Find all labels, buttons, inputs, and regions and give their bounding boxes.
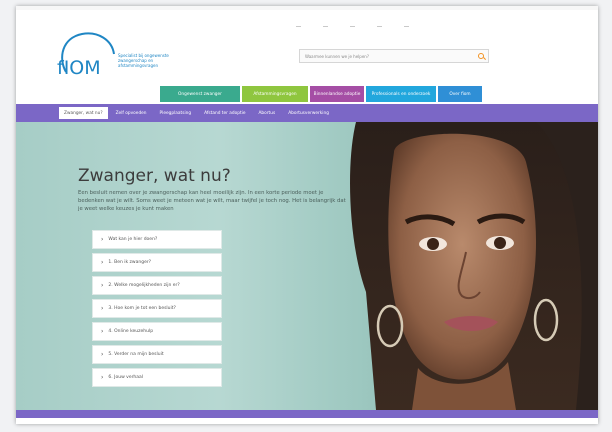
- tab-afstammingsvragen[interactable]: Afstammingsvragen: [242, 86, 308, 102]
- fiom-logo[interactable]: fIOM: [54, 28, 124, 76]
- question-item[interactable]: › 3. Hoe kom je tot een besluit?: [92, 299, 222, 318]
- hero-intro: Een besluit nemen over je zwangerschap k…: [78, 190, 346, 212]
- chevron-right-icon: ›: [101, 305, 104, 312]
- logo-text: fIOM: [57, 57, 101, 76]
- utility-link[interactable]: [323, 26, 328, 27]
- bottom-bar: [16, 410, 598, 418]
- utility-links: [296, 26, 409, 27]
- search-placeholder: Waarmee kunnen we je helpen?: [305, 54, 369, 59]
- question-item[interactable]: › 6. Jouw verhaal: [92, 368, 222, 387]
- search-input[interactable]: Waarmee kunnen we je helpen?: [299, 49, 489, 63]
- tab-over-fiom[interactable]: Over fiom: [438, 86, 482, 102]
- category-tabs: Ongewenst zwanger Afstammingsvragen Binn…: [160, 86, 482, 102]
- logo-tagline: Specialist bij ongewenste zwangerschap e…: [118, 53, 169, 68]
- webpage: fIOM Specialist bij ongewenste zwangersc…: [16, 6, 598, 424]
- question-list: › Wat kan je hier doen? › 1. Ben ik zwange…: [92, 230, 222, 391]
- utility-link[interactable]: [404, 26, 409, 27]
- hero-banner: Zwanger, wat nu? Een besluit nemen over …: [16, 122, 598, 410]
- top-strip: [16, 6, 598, 10]
- chevron-right-icon: ›: [101, 259, 104, 266]
- chevron-right-icon: ›: [101, 328, 104, 335]
- utility-link[interactable]: [350, 26, 355, 27]
- chevron-right-icon: ›: [101, 236, 104, 243]
- chevron-right-icon: ›: [101, 282, 104, 289]
- nav-item-zwanger-wat-nu[interactable]: Zwanger, wat nu?: [59, 107, 108, 119]
- question-item[interactable]: › 5. Verder na mijn besluit: [92, 345, 222, 364]
- nav-item-afstand-ter-adoptie[interactable]: Afstand ter adoptie: [199, 107, 250, 119]
- nav-item-abortusverwerking[interactable]: Abortusverwerking: [283, 107, 334, 119]
- tab-ongewenst-zwanger[interactable]: Ongewenst zwanger: [160, 86, 240, 102]
- chevron-right-icon: ›: [101, 374, 104, 381]
- question-item[interactable]: › 2. Welke mogelijkheden zijn er?: [92, 276, 222, 295]
- question-item[interactable]: › Wat kan je hier doen?: [92, 230, 222, 249]
- hero-title: Zwanger, wat nu?: [78, 166, 231, 186]
- question-item[interactable]: › 1. Ben ik zwanger?: [92, 253, 222, 272]
- nav-item-pleegplaatsing[interactable]: Pleegplaatsing: [155, 107, 197, 119]
- question-item[interactable]: › 4. Online keuzehulp: [92, 322, 222, 341]
- nav-item-abortus[interactable]: Abortus: [253, 107, 280, 119]
- search-icon[interactable]: [478, 53, 484, 59]
- tab-professionals[interactable]: Professionals en onderzoek: [366, 86, 436, 102]
- chevron-right-icon: ›: [101, 351, 104, 358]
- sub-navigation: Zwanger, wat nu? Zelf opvoeden Pleegplaa…: [16, 104, 598, 122]
- utility-link[interactable]: [377, 26, 382, 27]
- utility-link[interactable]: [296, 26, 301, 27]
- tab-binnenlandse-adoptie[interactable]: Binnenlandse adoptie: [310, 86, 364, 102]
- nav-item-zelf-opvoeden[interactable]: Zelf opvoeden: [111, 107, 152, 119]
